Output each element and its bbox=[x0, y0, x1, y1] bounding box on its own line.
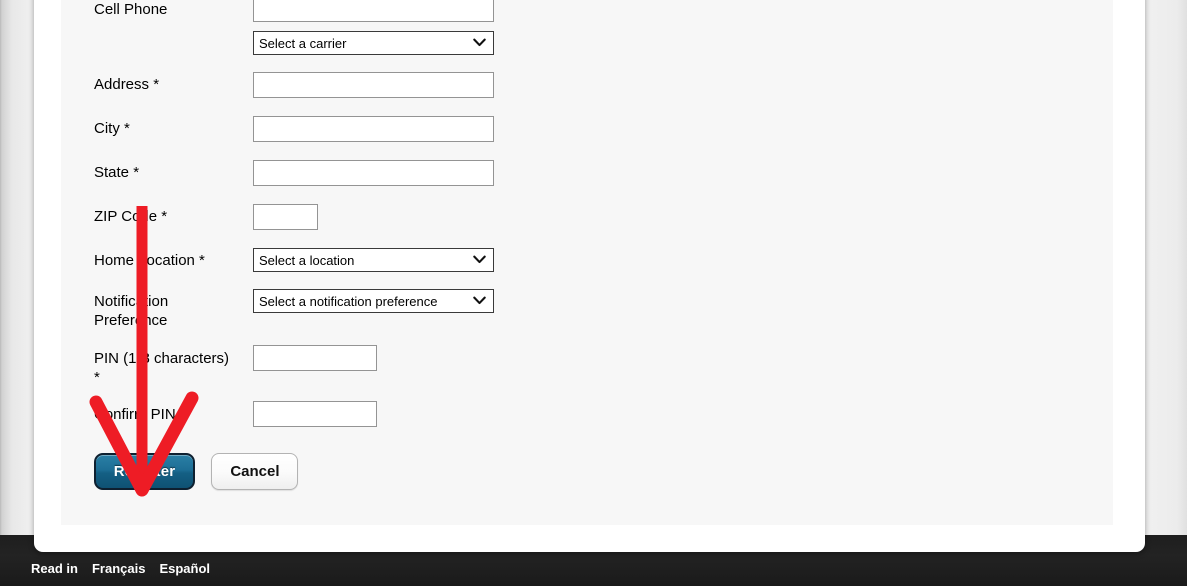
field-control bbox=[253, 204, 318, 230]
text-input[interactable] bbox=[253, 160, 494, 186]
field-control bbox=[253, 345, 377, 371]
text-input[interactable] bbox=[253, 345, 377, 371]
field-label: ZIP Code * bbox=[94, 208, 168, 225]
field-label: Notification Preference bbox=[94, 293, 169, 329]
field-control bbox=[253, 401, 377, 427]
select-wrapper: Select a carrier bbox=[253, 31, 494, 55]
select-dropdown[interactable]: Select a carrier bbox=[253, 31, 494, 55]
select-dropdown[interactable]: Select a location bbox=[253, 248, 494, 272]
field-label: PIN (1-8 characters) * bbox=[94, 350, 230, 386]
field-label: City * bbox=[94, 120, 130, 137]
page-card: Cell Phone Select a carrier Address * City … bbox=[34, 0, 1145, 552]
field-control: Select a notification preference bbox=[253, 289, 494, 313]
field-control bbox=[253, 116, 494, 142]
field-control bbox=[253, 72, 494, 98]
cancel-button[interactable]: Cancel bbox=[211, 453, 299, 490]
form-actions: Register Cancel bbox=[94, 453, 299, 490]
footer-link-espanol[interactable]: Español bbox=[159, 561, 210, 576]
field-control: Select a carrier bbox=[253, 31, 494, 55]
text-input[interactable] bbox=[253, 116, 494, 142]
field-control bbox=[253, 160, 494, 186]
select-dropdown[interactable]: Select a notification preference bbox=[253, 289, 494, 313]
select-wrapper: Select a notification preference bbox=[253, 289, 494, 313]
register-button[interactable]: Register bbox=[94, 453, 195, 490]
page-gutter-right bbox=[1140, 0, 1187, 536]
text-input[interactable] bbox=[253, 204, 318, 230]
text-input[interactable] bbox=[253, 401, 377, 427]
field-label: State * bbox=[94, 164, 140, 181]
footer-language-links: Read in Français Español bbox=[31, 561, 210, 576]
field-label: Address * bbox=[94, 76, 160, 93]
field-control: Select a location bbox=[253, 248, 494, 272]
text-input[interactable] bbox=[253, 0, 494, 22]
select-wrapper: Select a location bbox=[253, 248, 494, 272]
text-input[interactable] bbox=[253, 72, 494, 98]
field-label: Confirm PIN * bbox=[94, 406, 186, 423]
browser-viewport: Cell Phone Select a carrier Address * City … bbox=[0, 0, 1187, 586]
field-control bbox=[253, 0, 494, 22]
footer-link-francais[interactable]: Français bbox=[92, 561, 145, 576]
footer-read-in-label: Read in bbox=[31, 561, 78, 576]
field-label: Home Location * bbox=[94, 252, 205, 269]
registration-form-panel: Cell Phone Select a carrier Address * City … bbox=[61, 0, 1113, 525]
field-label: Cell Phone bbox=[94, 1, 168, 18]
